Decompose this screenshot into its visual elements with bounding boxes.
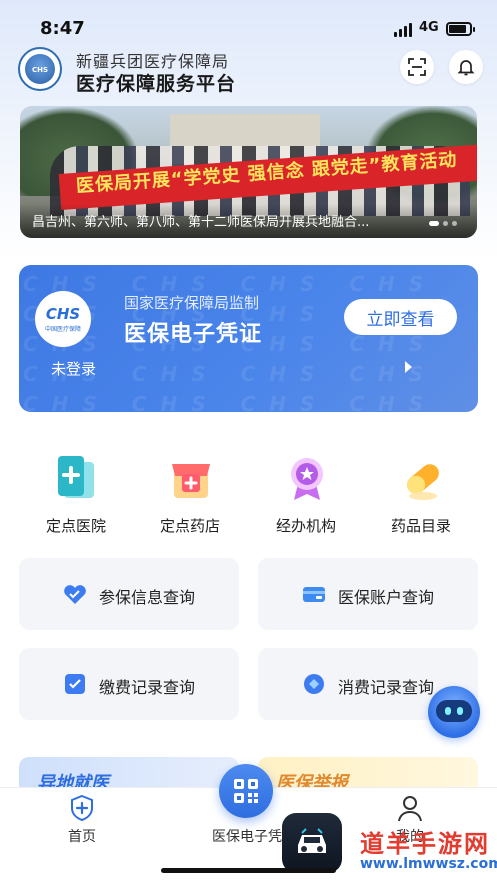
service-label: 定点药店: [159, 517, 220, 535]
credential-card[interactable]: CHS CHS CHS CHS CHS CHS CHS CHS CHS CHS …: [19, 265, 478, 412]
tab-home[interactable]: 首页: [22, 788, 142, 858]
query-account[interactable]: 医保账户查询: [258, 558, 478, 630]
service-label: 定点医院: [45, 517, 106, 535]
query-label: 医保账户查询: [338, 588, 435, 607]
scan-button[interactable]: [400, 50, 434, 84]
query-insurance-info[interactable]: 参保信息查询: [19, 558, 239, 630]
login-status[interactable]: 未登录: [51, 358, 96, 379]
view-now-button[interactable]: 立即查看: [344, 299, 457, 335]
medicine-icon: [407, 464, 439, 500]
checkbox-icon: [65, 674, 85, 694]
org-logo: CHS: [18, 47, 62, 91]
news-banner[interactable]: 医保局开展“学党史 强信念 跟党走”教育活动 昌吉州、第六师、第八师、第十二师医…: [20, 106, 477, 238]
status-time: 8:47: [40, 18, 85, 39]
heart-check-icon: [64, 585, 86, 604]
robot-icon: [436, 700, 472, 722]
assistant-button[interactable]: [428, 686, 480, 738]
battery-icon: [446, 22, 475, 36]
agency-icon: [291, 458, 323, 500]
hospital-icon: [58, 456, 94, 498]
signal-icon: [394, 23, 412, 37]
service-label: 药品目录: [390, 517, 451, 535]
bell-icon: [457, 60, 475, 76]
home-indicator: [161, 868, 336, 873]
service-hospital[interactable]: 定点医院: [26, 452, 126, 542]
banner-caption: 昌吉州、第六师、第八师、第十二师医保局开展兵地融合...: [32, 215, 370, 230]
watermark-app-icon: [282, 813, 342, 873]
query-label: 缴费记录查询: [99, 678, 196, 697]
shield-plus-icon: [71, 794, 93, 822]
service-label: 经办机构: [275, 517, 336, 535]
chevron-right-icon[interactable]: [405, 361, 412, 373]
status-bar: 8:47 4G: [0, 0, 497, 44]
pharmacy-icon: [172, 464, 210, 498]
platform-name: 医疗保障服务平台: [76, 73, 237, 95]
e-credential-qr-button[interactable]: [219, 764, 273, 818]
query-payment-record[interactable]: 缴费记录查询: [19, 648, 239, 720]
query-label: 参保信息查询: [99, 588, 196, 607]
qr-code-icon: [234, 779, 258, 803]
network-type: 4G: [419, 20, 439, 35]
service-medicine[interactable]: 药品目录: [371, 452, 471, 542]
card-subtitle: 国家医疗保障局监制: [124, 294, 260, 312]
service-pharmacy[interactable]: 定点药店: [140, 452, 240, 542]
query-label: 消费记录查询: [338, 678, 435, 697]
tab-label: 首页: [68, 829, 96, 845]
watermark-site-name: 道羊手游网: [360, 830, 490, 858]
notification-button[interactable]: [449, 50, 483, 84]
service-agency[interactable]: 经办机构: [256, 452, 356, 542]
car-icon: [298, 828, 326, 853]
watermark-url: www.lmwwsz.com: [360, 856, 497, 872]
scan-icon: [408, 58, 426, 76]
app-header: CHS 新疆兵团医疗保障局 医疗保障服务平台: [0, 44, 497, 100]
card-title: 医保电子凭证: [124, 322, 263, 347]
banner-pagination: [429, 221, 457, 226]
coin-icon: [304, 674, 324, 694]
card-icon: [303, 587, 325, 602]
chs-logo: CHS 中国医疗保障: [35, 291, 91, 347]
user-icon: [398, 796, 422, 822]
